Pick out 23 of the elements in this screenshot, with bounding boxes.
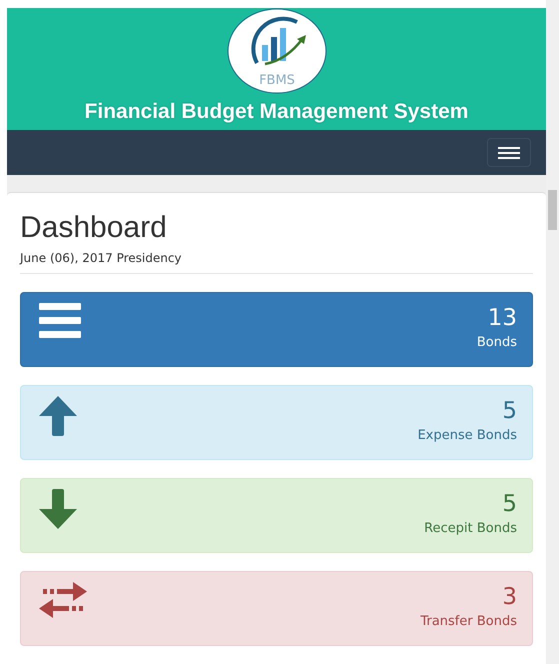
- card-label: Transfer Bonds: [420, 614, 517, 629]
- transfer-card[interactable]: 3 Transfer Bonds: [20, 571, 533, 646]
- scroll-thumb[interactable]: [548, 190, 557, 230]
- expense-card[interactable]: 5 Expense Bonds: [20, 385, 533, 460]
- arrow-up-icon: [39, 396, 77, 436]
- list-icon: [39, 303, 81, 339]
- page-title: Dashboard: [20, 211, 168, 245]
- count-text: 5: [502, 397, 517, 426]
- count-text: 13: [488, 304, 517, 333]
- count-text: 3: [502, 583, 517, 612]
- app-title: Financial Budget Management System: [84, 100, 468, 124]
- bonds-card[interactable]: 13 Bonds: [20, 292, 533, 367]
- logo: FBMS: [226, 8, 326, 94]
- card-label: Recepit Bonds: [424, 521, 517, 536]
- scrollbar[interactable]: [546, 0, 559, 664]
- transfer-icon: [39, 582, 87, 618]
- card-label: Bonds: [476, 335, 517, 350]
- menu-button[interactable]: [487, 138, 531, 168]
- card-label: Expense Bonds: [418, 428, 517, 443]
- page-subtitle: June (06), 2017 Presidency: [20, 251, 533, 274]
- count-text: 5: [502, 490, 517, 519]
- arrow-down-icon: [39, 489, 77, 529]
- receipt-card[interactable]: 5 Recepit Bonds: [20, 478, 533, 553]
